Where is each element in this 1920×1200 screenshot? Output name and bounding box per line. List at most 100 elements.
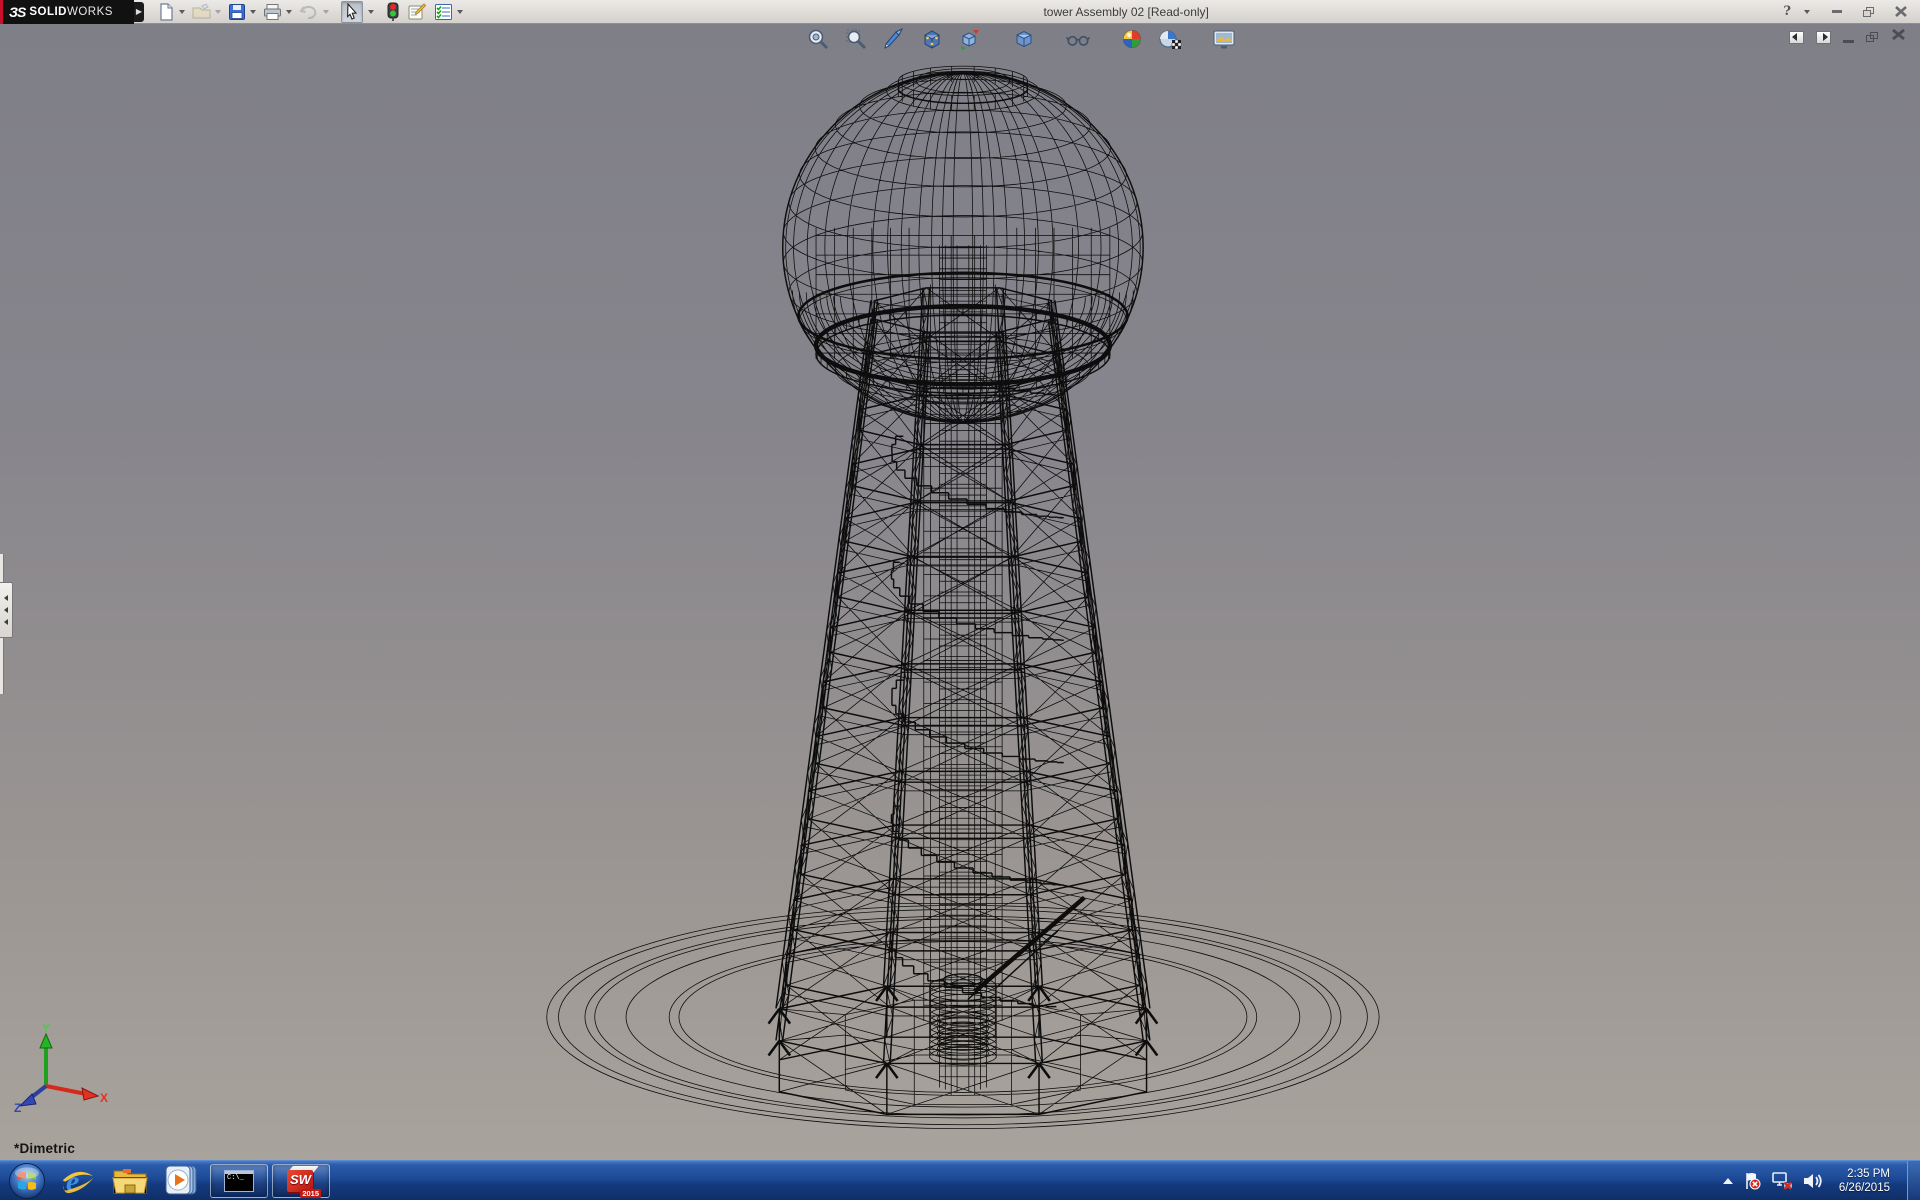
volume-icon[interactable] [1802,1171,1824,1191]
view-settings-button[interactable] [1212,27,1236,51]
options-dropdown-arrow[interactable] [457,10,463,14]
minimize-button[interactable] [1826,4,1848,20]
undo-dropdown-arrow[interactable] [323,10,329,14]
internet-explorer-icon: e [60,1164,96,1198]
printer-icon [263,3,282,21]
command-prompt-icon: C:\_ [224,1170,254,1192]
hide-show-items-button[interactable] [1066,27,1090,51]
window-controls: ? [1783,4,1912,20]
media-player-icon [164,1164,200,1198]
select-dropdown-arrow[interactable] [368,10,374,14]
panel-left-arrow-icon [1792,33,1797,41]
apply-scene-icon [1158,28,1182,50]
save-button[interactable] [227,1,247,23]
eyeglasses-icon [1066,28,1090,50]
undo-arrow-icon [299,3,319,21]
close-button[interactable] [1890,4,1912,20]
document-close-icon [1891,28,1906,41]
apply-scene-button[interactable] [1158,27,1182,51]
new-document-icon [157,3,175,21]
media-player-button[interactable] [156,1163,208,1199]
rebuild-traffic-light-icon [387,2,399,21]
menu-flyout-arrow-icon[interactable]: ▶ [134,2,144,22]
section-view-knife-icon [883,28,905,50]
restore-button[interactable] [1858,4,1880,20]
3d-drawing-view-button[interactable] [958,27,982,51]
show-feature-panel-right-button[interactable] [1816,31,1831,44]
zoom-to-area-icon [845,28,867,50]
show-desktop-button[interactable] [1907,1161,1920,1200]
title-bar: ЗS SOLIDWORKS ▶ [0,0,1920,24]
options-button[interactable] [433,1,454,23]
select-tool-button[interactable] [341,1,363,23]
view-orientation-icon [921,28,943,50]
3d-drawing-view-icon [959,28,981,50]
save-dropdown-arrow[interactable] [250,10,256,14]
taskbar-clock[interactable]: 2:35 PM 6/26/2015 [1839,1167,1890,1195]
section-view-button[interactable] [882,27,906,51]
taskbar-apps: e C [0,1161,332,1200]
panel-right-arrow-icon [1823,33,1828,41]
open-dropdown-arrow[interactable] [215,10,221,14]
options-checklist-icon [434,3,453,21]
print-button[interactable] [262,1,283,23]
zoom-to-fit-icon [807,28,829,50]
help-dropdown-arrow[interactable] [1804,10,1810,14]
clock-date: 6/26/2015 [1839,1181,1890,1195]
select-cursor-icon [343,3,361,21]
x-axis-arrow-icon [82,1088,98,1100]
view-orientation-label: *Dimetric [14,1141,75,1156]
feature-manager-expand-handle[interactable] [0,582,13,638]
solidworks-logo[interactable]: ЗS SOLIDWORKS ▶ [0,0,134,24]
document-close-button[interactable] [1891,28,1906,46]
open-document-button[interactable] [191,1,212,23]
windows-start-orb-icon [8,1162,46,1200]
graphics-area[interactable]: Y X Z *Dimetric [0,24,1920,1160]
windows-taskbar: e C [0,1160,1920,1200]
document-restore-button[interactable] [1866,32,1879,43]
close-icon [1894,5,1908,18]
undo-button[interactable] [298,1,320,23]
window-title: tower Assembly 02 [Read-only] [469,5,1783,19]
logo-wordmark: SOLIDWORKS [29,6,113,18]
show-feature-panel-left-button[interactable] [1789,31,1804,44]
show-hidden-icons-button[interactable] [1723,1178,1733,1184]
quick-access-toolbar [156,0,469,24]
document-window-controls [1789,28,1906,46]
tower-wireframe-model[interactable] [0,24,1920,1160]
edit-appearance-button[interactable] [1120,27,1144,51]
network-status-icon[interactable] [1771,1171,1793,1191]
x-axis-label: X [100,1091,108,1105]
new-dropdown-arrow[interactable] [179,10,185,14]
action-center-flag-icon[interactable] [1742,1171,1762,1191]
y-axis-arrow-icon [40,1034,52,1048]
zoom-to-area-button[interactable] [844,27,868,51]
open-folder-icon [192,3,211,21]
print-dropdown-arrow[interactable] [286,10,292,14]
logo-red-accent [0,0,3,24]
desktop: { "titlebar": { "logo_mark": "ЗS", "logo… [0,0,1920,1200]
z-axis-label: Z [14,1101,21,1112]
internet-explorer-button[interactable]: e [52,1163,104,1199]
file-properties-button[interactable] [406,1,427,23]
command-prompt-button[interactable]: C:\_ [210,1164,268,1198]
zoom-to-fit-button[interactable] [806,27,830,51]
start-button[interactable] [6,1160,48,1200]
file-properties-icon [407,3,426,21]
view-settings-icon [1212,28,1236,50]
rebuild-button[interactable] [386,1,400,23]
windows-explorer-button[interactable] [104,1163,156,1199]
save-floppy-icon [228,3,246,21]
document-minimize-button[interactable] [1843,32,1854,43]
clock-time: 2:35 PM [1839,1167,1890,1181]
new-document-button[interactable] [156,1,176,23]
help-button[interactable]: ? [1783,4,1791,19]
view-orientation-button[interactable] [920,27,944,51]
solidworks-2015-button[interactable]: SW 2015 [272,1164,330,1198]
display-style-cube-icon [1013,28,1035,50]
y-axis-label: Y [42,1024,50,1035]
display-style-button[interactable] [1012,27,1036,51]
reference-triad: Y X Z [12,1024,108,1112]
solidworks-2015-icon: SW 2015 [284,1166,318,1196]
heads-up-view-toolbar [806,27,1236,51]
